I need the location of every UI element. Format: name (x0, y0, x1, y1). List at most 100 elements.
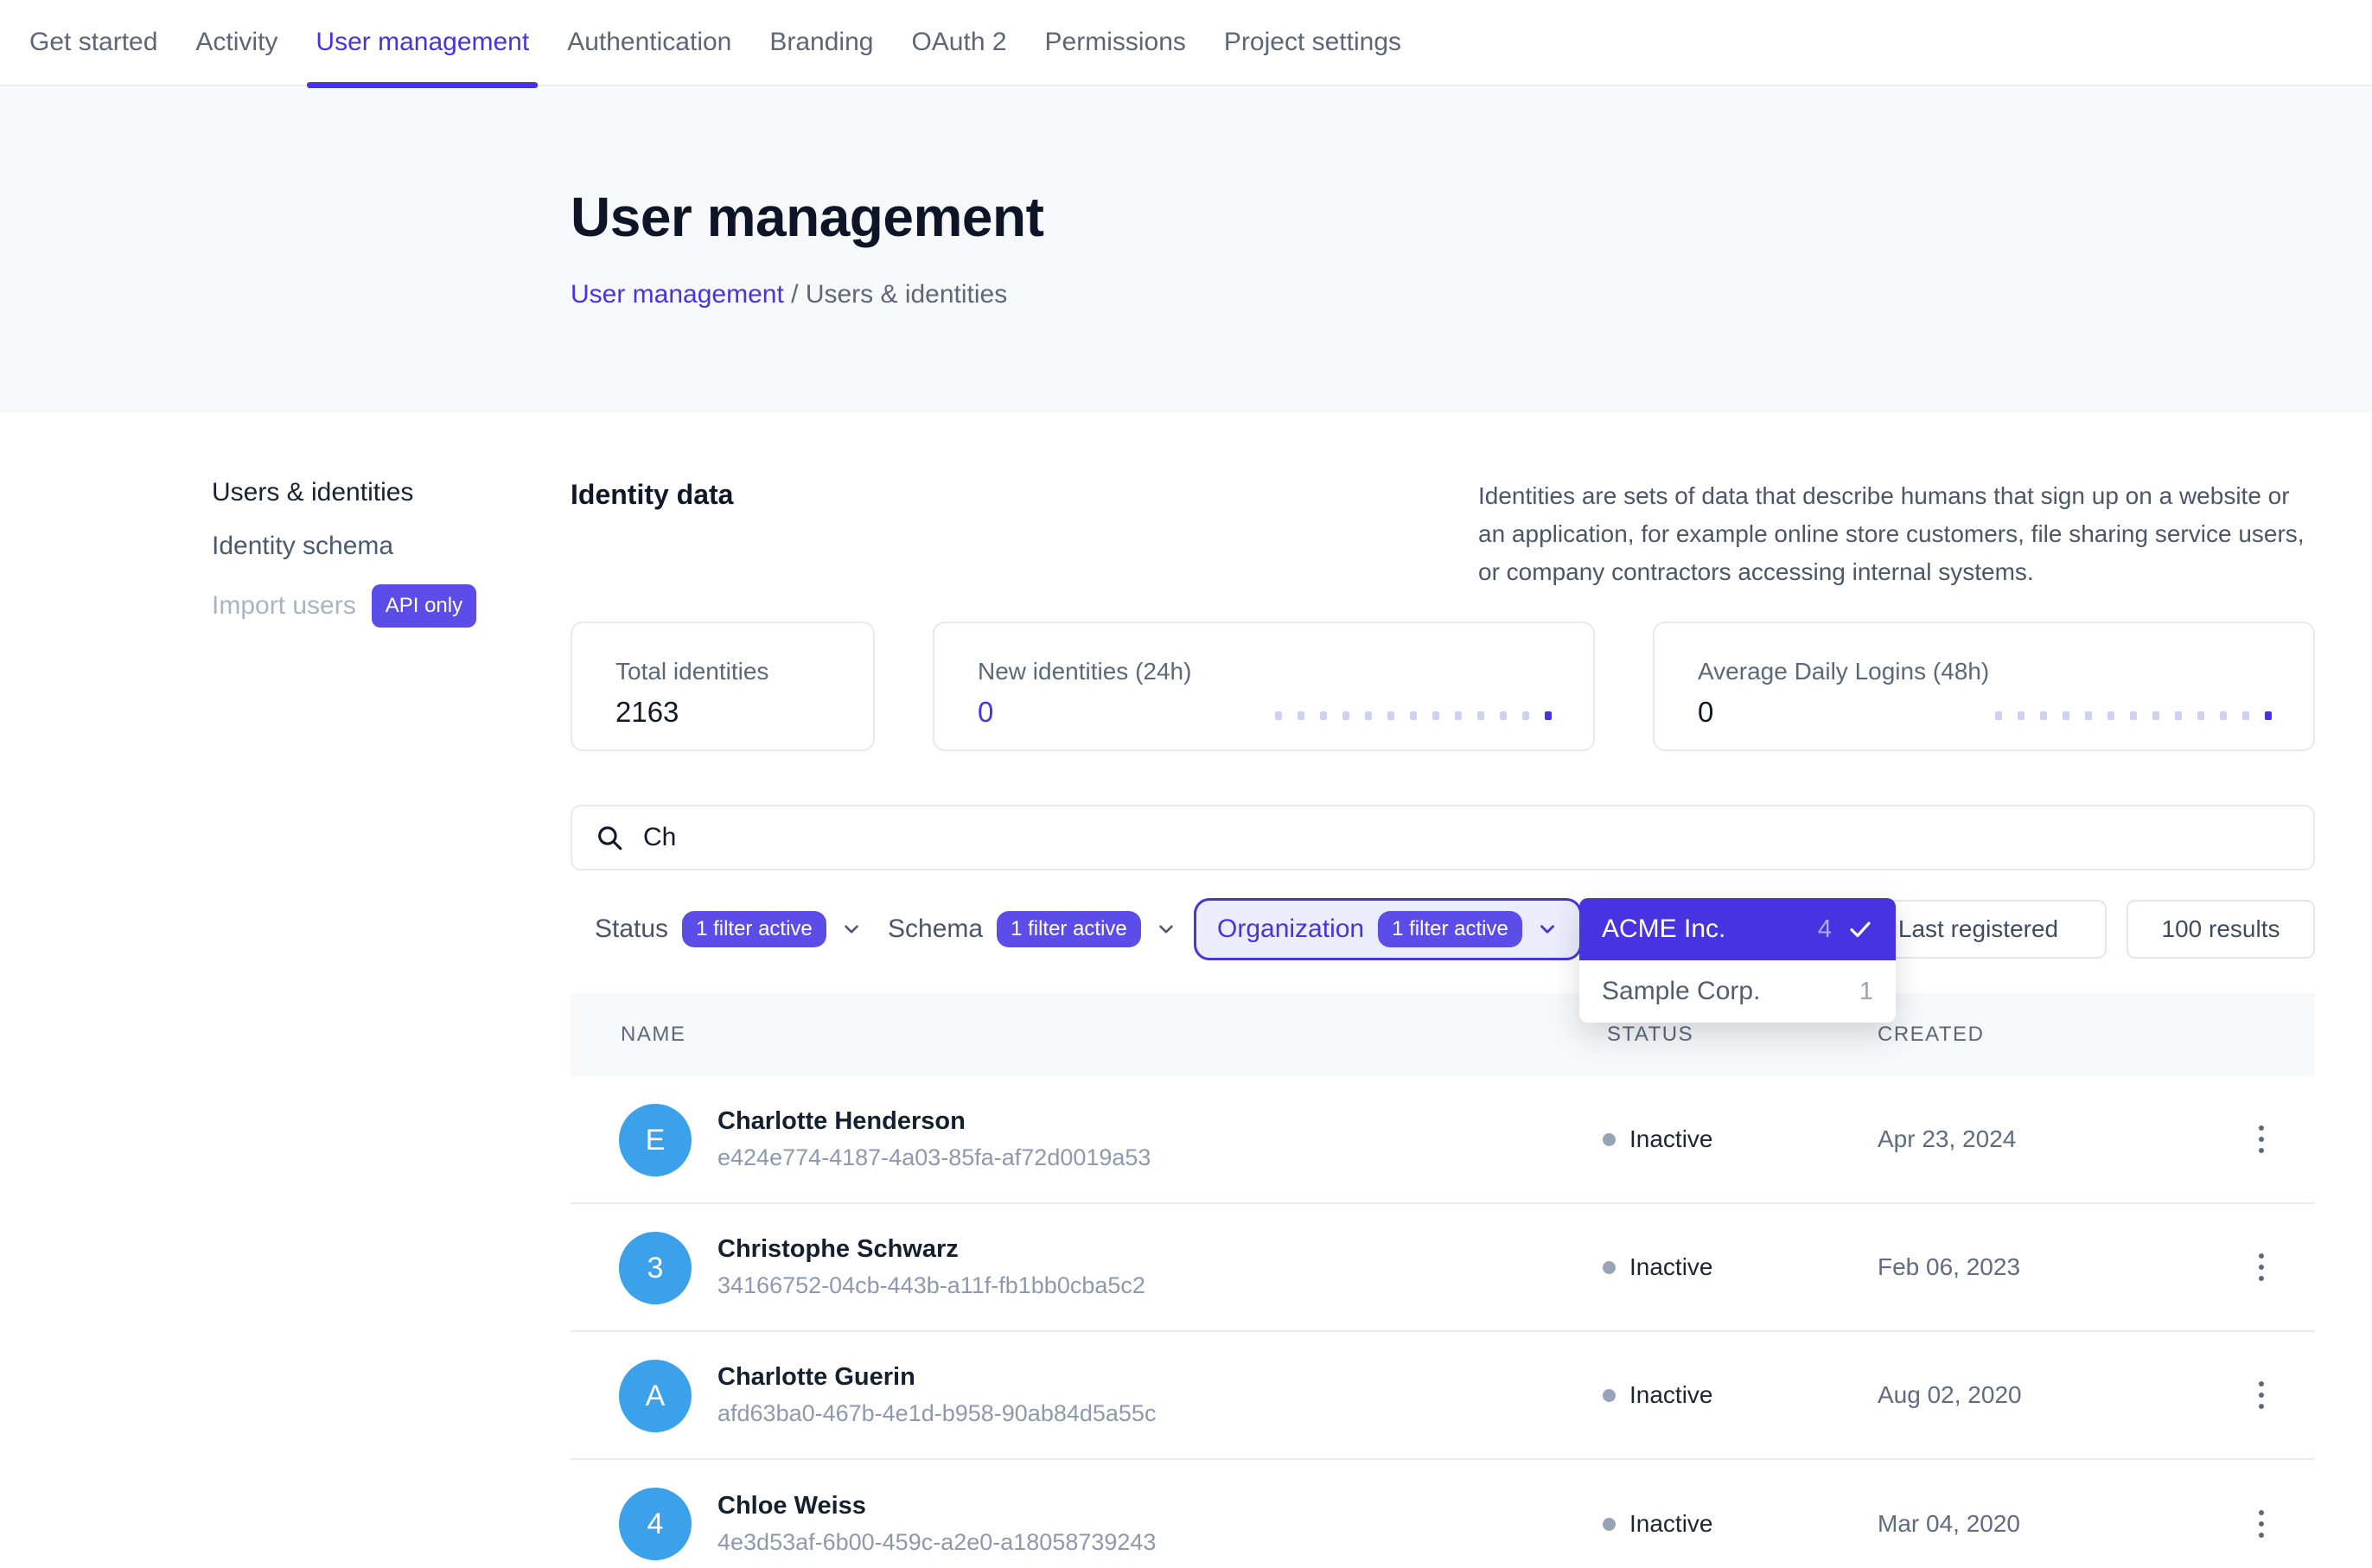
breadcrumb-separator: / (784, 280, 806, 309)
table-row[interactable]: A Charlotte Guerin afd63ba0-467b-4e1d-b9… (571, 1332, 2315, 1460)
avatar: A (619, 1360, 692, 1432)
created-date: Aug 02, 2020 (1878, 1381, 2022, 1409)
sidebar-item-label: Users & identities (212, 477, 413, 508)
column-header-status: STATUS (1607, 1023, 1693, 1047)
results-count-button[interactable]: 100 results (2127, 900, 2315, 959)
stat-card-new-identities: New identities (24h) 0 (933, 621, 1595, 751)
stat-value: 2163 (615, 696, 873, 729)
tab-user-management[interactable]: User management (316, 0, 529, 85)
sidebar-item-label: Import users (212, 590, 356, 621)
table-row[interactable]: 3 Christophe Schwarz 34166752-04cb-443b-… (571, 1204, 2315, 1332)
table-header: NAME STATUS CREATED (571, 993, 2315, 1076)
row-actions-kebab-icon[interactable] (2241, 1243, 2282, 1291)
stat-cards: Total identities 2163 New identities (24… (571, 621, 2315, 751)
avatar: E (619, 1104, 692, 1176)
dropdown-option-sample-corp[interactable]: Sample Corp. 1 (1579, 960, 1896, 1023)
filter-label: Schema (888, 915, 983, 944)
status-badge: Inactive (1629, 1381, 1713, 1409)
stat-card-average-daily-logins: Average Daily Logins (48h) 0 (1653, 621, 2315, 751)
created-date: Feb 06, 2023 (1878, 1253, 2020, 1281)
sidebar-item-identity-schema[interactable]: Identity schema (212, 531, 540, 562)
search-input[interactable] (643, 823, 2313, 852)
identity-name-cell: Charlotte Henderson e424e774-4187-4a03-8… (717, 1107, 1151, 1171)
filter-label: Organization (1217, 915, 1364, 944)
tab-oauth2[interactable]: OAuth 2 (911, 0, 1006, 85)
identities-table: NAME STATUS CREATED E Charlotte Henderso… (571, 993, 2315, 1568)
created-date: Apr 23, 2024 (1878, 1125, 2016, 1153)
identity-name: Charlotte Guerin (717, 1363, 1156, 1392)
column-header-name: NAME (621, 1023, 685, 1047)
identity-id: afd63ba0-467b-4e1d-b958-90ab84d5a55c (717, 1400, 1156, 1427)
stat-card-total-identities: Total identities 2163 (571, 621, 875, 751)
tab-authentication[interactable]: Authentication (567, 0, 731, 85)
status-dot (1603, 1518, 1616, 1531)
status-cell: Inactive (1603, 1253, 1713, 1281)
stat-label: New identities (24h) (978, 658, 1593, 685)
organization-dropdown: ACME Inc. 4 Sample Corp. 1 (1579, 898, 1896, 1023)
table-row[interactable]: E Charlotte Henderson e424e774-4187-4a03… (571, 1076, 2315, 1204)
identity-name-cell: Chloe Weiss 4e3d53af-6b00-459c-a2e0-a180… (717, 1492, 1156, 1556)
filter-active-badge: 1 filter active (997, 911, 1141, 947)
chevron-down-icon (1536, 918, 1559, 940)
identity-name-cell: Christophe Schwarz 34166752-04cb-443b-a1… (717, 1235, 1145, 1299)
option-label: ACME Inc. (1602, 915, 1802, 944)
sparkline-chart (1275, 711, 1552, 720)
row-actions-kebab-icon[interactable] (2241, 1371, 2282, 1419)
sidebar: Users & identities Identity schema Impor… (212, 477, 540, 650)
identity-name: Christophe Schwarz (717, 1235, 1145, 1264)
filter-status[interactable]: Status 1 filter active (595, 898, 863, 960)
option-label: Sample Corp. (1602, 977, 1844, 1006)
filter-schema[interactable]: Schema 1 filter active (888, 898, 1177, 960)
status-cell: Inactive (1603, 1125, 1713, 1153)
breadcrumb: User management / Users & identities (571, 280, 1007, 309)
identity-name: Chloe Weiss (717, 1492, 1156, 1520)
avatar: 3 (619, 1232, 692, 1304)
option-count: 4 (1818, 915, 1832, 944)
filter-label: Status (595, 915, 668, 944)
filter-active-badge: 1 filter active (682, 911, 826, 947)
table-row[interactable]: 4 Chloe Weiss 4e3d53af-6b00-459c-a2e0-a1… (571, 1460, 2315, 1568)
intro-row: Identity data Identities are sets of dat… (571, 477, 2315, 590)
sidebar-item-users-identities[interactable]: Users & identities (212, 477, 540, 508)
status-dot (1603, 1133, 1616, 1146)
tab-get-started[interactable]: Get started (29, 0, 157, 85)
option-count: 1 (1859, 978, 1873, 1006)
page-title: User management (571, 185, 1043, 249)
tab-project-settings[interactable]: Project settings (1224, 0, 1401, 85)
status-badge: Inactive (1629, 1253, 1713, 1281)
filter-organization[interactable]: Organization 1 filter active (1194, 898, 1582, 960)
breadcrumb-current: Users & identities (806, 280, 1007, 309)
chevron-down-icon (840, 918, 863, 940)
page-header: User management User management / Users … (0, 88, 2372, 413)
sidebar-item-label: Identity schema (212, 531, 393, 562)
dropdown-option-acme[interactable]: ACME Inc. 4 (1579, 898, 1896, 960)
sidebar-item-import-users[interactable]: Import users API only (212, 584, 540, 628)
status-cell: Inactive (1603, 1510, 1713, 1538)
status-cell: Inactive (1603, 1381, 1713, 1409)
column-header-created: CREATED (1878, 1023, 1984, 1047)
sparkline-chart (1995, 711, 2272, 720)
breadcrumb-link[interactable]: User management (571, 280, 784, 309)
search-icon (595, 823, 624, 852)
filter-row: Status 1 filter active Schema 1 filter a… (571, 898, 2315, 960)
row-actions-kebab-icon[interactable] (2241, 1500, 2282, 1548)
identity-name: Charlotte Henderson (717, 1107, 1151, 1136)
stat-label: Average Daily Logins (48h) (1698, 658, 2313, 685)
section-title: Identity data (571, 479, 733, 511)
identity-name-cell: Charlotte Guerin afd63ba0-467b-4e1d-b958… (717, 1363, 1156, 1427)
main-content: Identity data Identities are sets of dat… (571, 477, 2315, 1568)
avatar: 4 (619, 1488, 692, 1560)
tab-permissions[interactable]: Permissions (1045, 0, 1186, 85)
tab-activity[interactable]: Activity (195, 0, 277, 85)
status-dot (1603, 1389, 1616, 1402)
created-date: Mar 04, 2020 (1878, 1510, 2020, 1538)
identity-id: 4e3d53af-6b00-459c-a2e0-a18058739243 (717, 1529, 1156, 1556)
api-only-badge: API only (372, 584, 476, 628)
row-actions-kebab-icon[interactable] (2241, 1115, 2282, 1163)
identity-id: 34166752-04cb-443b-a11f-fb1bb0cba5c2 (717, 1272, 1145, 1299)
filter-active-badge: 1 filter active (1378, 911, 1522, 947)
tab-branding[interactable]: Branding (769, 0, 873, 85)
chevron-down-icon (1155, 918, 1177, 940)
identity-id: e424e774-4187-4a03-85fa-af72d0019a53 (717, 1144, 1151, 1171)
stat-label: Total identities (615, 658, 873, 685)
